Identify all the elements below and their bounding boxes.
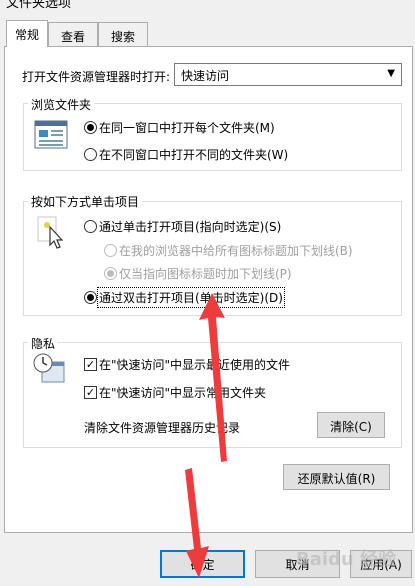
- double-click-label[interactable]: 通过双击打开项目(单击时选定)(D): [97, 287, 285, 308]
- tab-view[interactable]: 查看: [48, 22, 98, 46]
- underline-hover-radio[interactable]: [104, 267, 117, 280]
- folder-window-icon: [34, 120, 68, 149]
- ok-button[interactable]: 确定: [160, 550, 245, 578]
- window-title: 文件夹选项: [6, 0, 72, 11]
- open-explorer-value: 快速访问: [181, 69, 230, 83]
- underline-all-label[interactable]: 在我的浏览器中给所有图标标题加下划线(B): [119, 242, 353, 259]
- tab-general[interactable]: 常规: [6, 20, 48, 47]
- show-frequent-folders-checkbox[interactable]: ✓: [84, 386, 97, 399]
- underline-all-radio[interactable]: [104, 244, 117, 257]
- show-recent-files-label[interactable]: 在"快速访问"中显示最近使用的文件: [99, 356, 290, 373]
- show-frequent-folders-label[interactable]: 在"快速访问"中显示常用文件夹: [99, 384, 266, 401]
- single-click-radio[interactable]: [84, 220, 97, 233]
- open-explorer-label: 打开文件资源管理器时打开:: [22, 70, 171, 84]
- double-click-radio[interactable]: [84, 291, 97, 304]
- tab-label: 搜索: [110, 30, 135, 44]
- browse-same-window-radio[interactable]: [84, 121, 97, 134]
- chevron-down-icon: ▼: [387, 68, 395, 79]
- tab-label: 查看: [60, 30, 85, 44]
- click-items-title: 按如下方式单击项目: [28, 193, 143, 210]
- browse-new-window-label[interactable]: 在不同窗口中打开不同的文件夹(W): [99, 146, 288, 163]
- clear-history-button[interactable]: 清除(C): [317, 412, 385, 438]
- browse-new-window-radio[interactable]: [84, 148, 97, 161]
- tab-label: 常规: [14, 28, 39, 42]
- underline-hover-label[interactable]: 仅当指向图标标题时加下划线(P): [119, 265, 292, 282]
- clear-history-label: 清除文件资源管理器历史记录: [84, 421, 241, 435]
- browse-same-window-label[interactable]: 在同一窗口中打开每个文件夹(M): [99, 119, 275, 136]
- restore-defaults-button[interactable]: 还原默认值(R): [283, 464, 390, 490]
- watermark-text: Baidu 经验: [296, 549, 397, 570]
- open-explorer-select[interactable]: 快速访问 ▼: [174, 63, 402, 86]
- show-recent-files-checkbox[interactable]: ✓: [84, 358, 97, 371]
- history-clock-icon: [33, 353, 65, 383]
- privacy-title: 隐私: [28, 335, 59, 352]
- tab-search[interactable]: 搜索: [98, 22, 148, 46]
- cursor-click-icon: [37, 216, 64, 249]
- single-click-label[interactable]: 通过单击打开项目(指向时选定)(S): [99, 218, 281, 235]
- browse-folders-title: 浏览文件夹: [28, 96, 95, 113]
